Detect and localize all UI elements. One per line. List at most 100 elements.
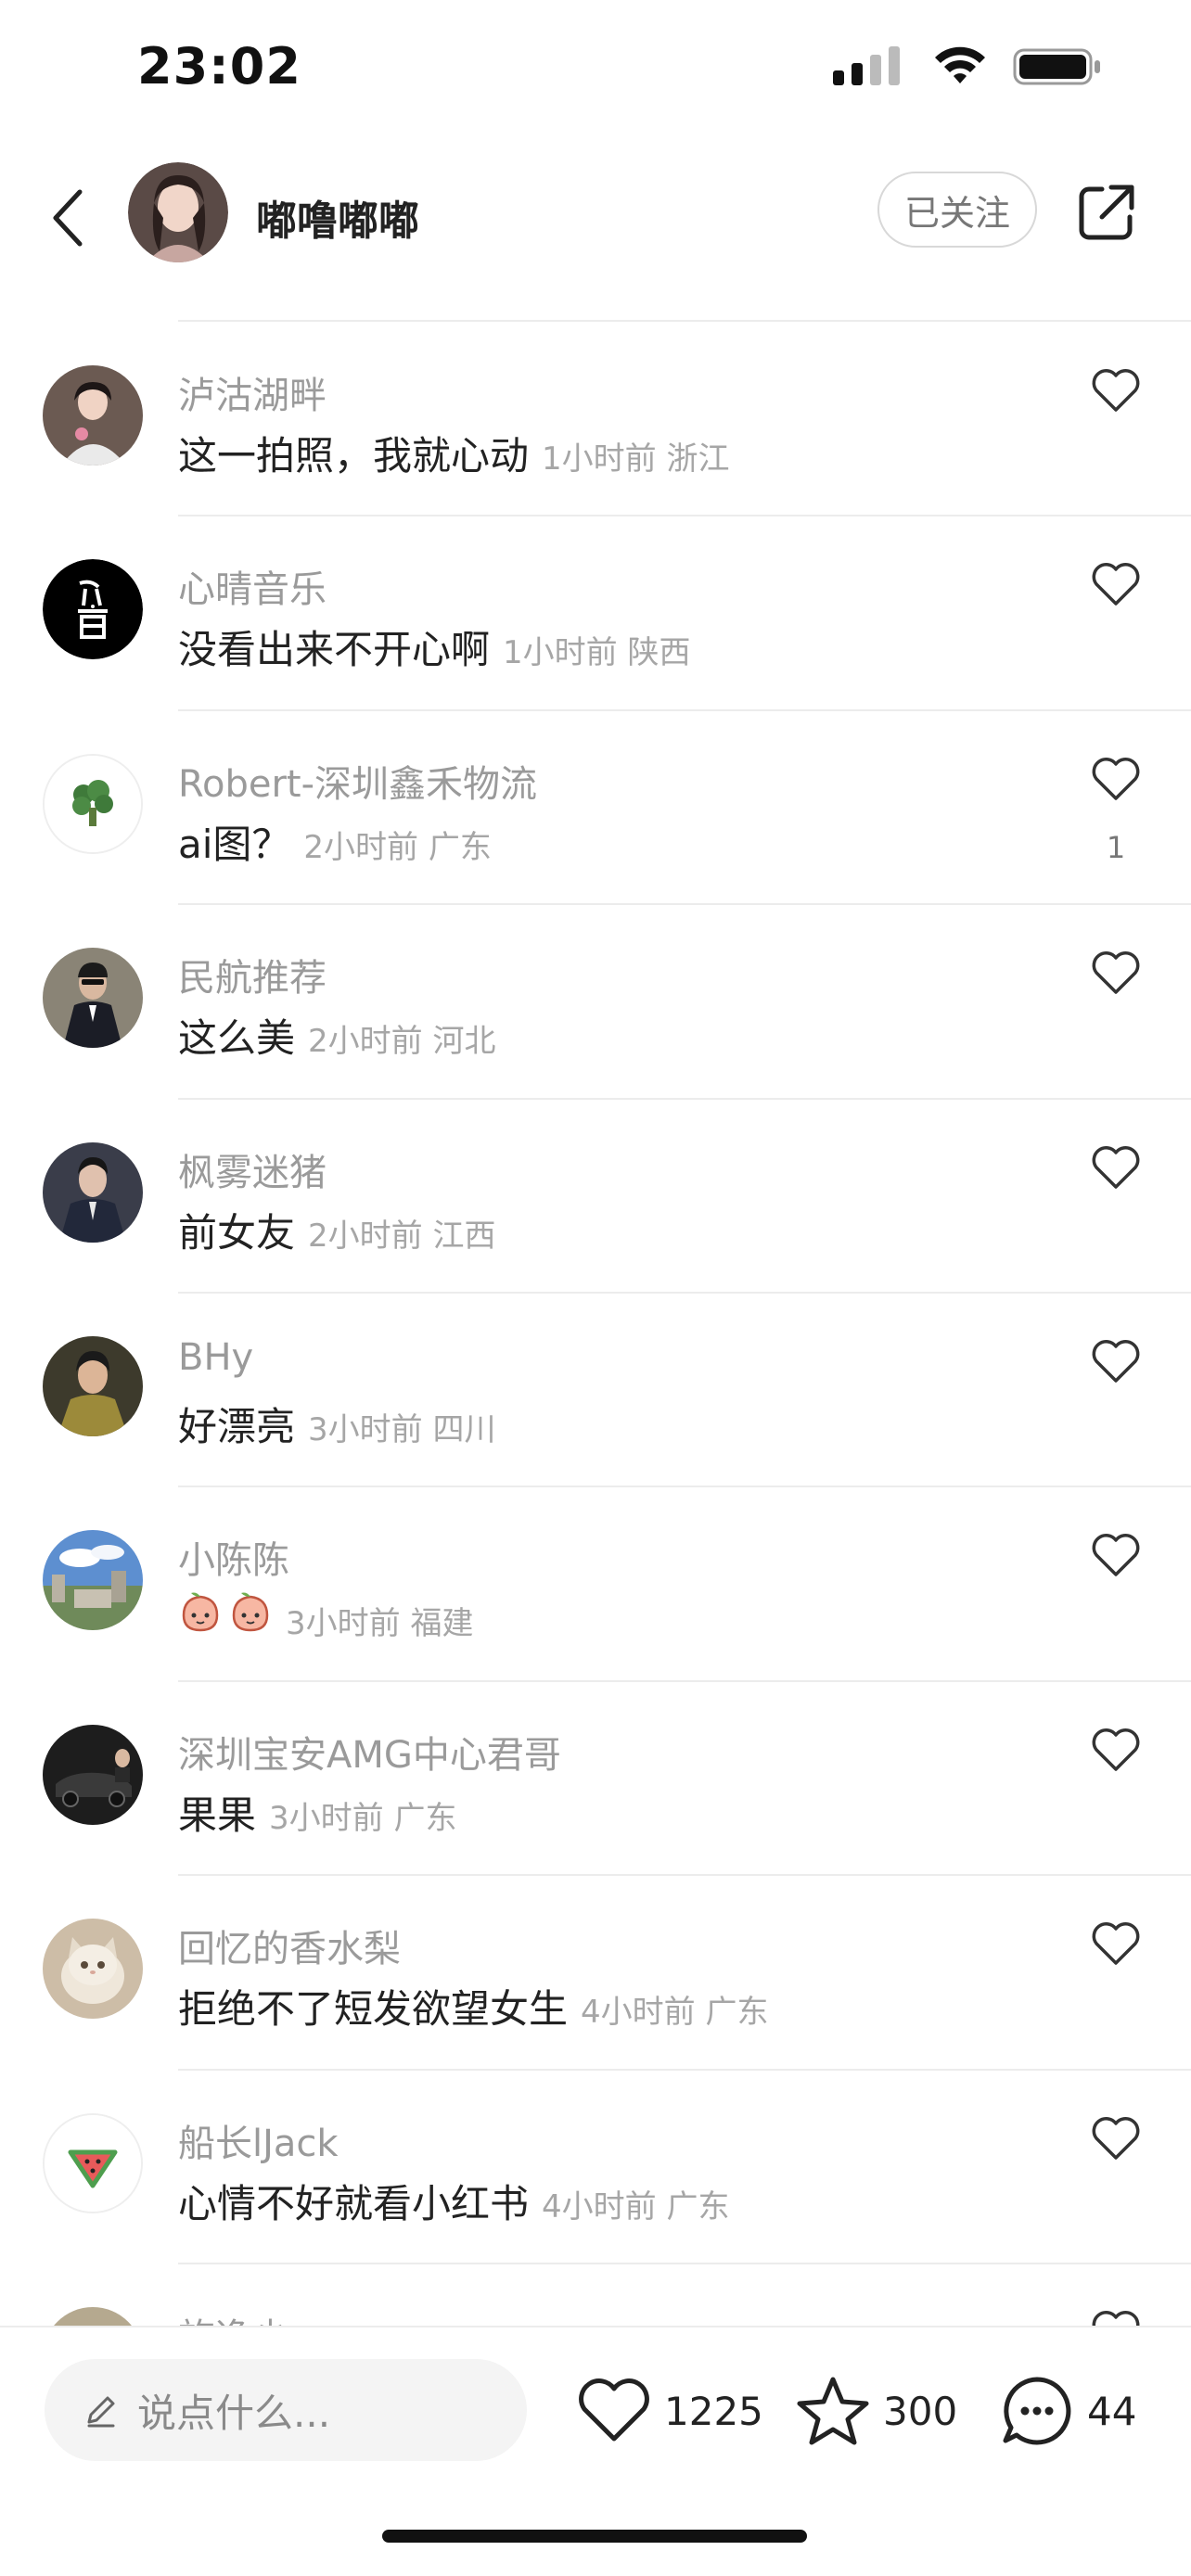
heart-icon[interactable] xyxy=(1091,561,1141,607)
commenter-nickname[interactable]: 深圳宝安AMG中心君哥 xyxy=(178,1725,561,1779)
comment-body: 3小时前 福建 xyxy=(178,1589,473,1643)
comment-body: 没看出来不开心啊 1小时前 陕西 xyxy=(178,618,690,675)
heart-icon xyxy=(579,2378,649,2442)
collect-count: 300 xyxy=(883,2388,958,2434)
commenter-avatar[interactable] xyxy=(43,1530,143,1631)
commenter-avatar[interactable] xyxy=(43,1335,143,1436)
comment-item[interactable]: 深圳宝安AMG中心君哥 果果 3小时前 广东 xyxy=(0,1682,1191,1877)
comment-body: 前女友 2小时前 江西 xyxy=(178,1202,495,1258)
avatar-image xyxy=(43,559,143,660)
author-name[interactable]: 嘟噜嘟嘟 xyxy=(256,187,419,247)
commenter-nickname[interactable]: 泸沽湖畔 xyxy=(178,365,327,419)
comment-item[interactable]: 小陈陈 3小时前 福建 xyxy=(0,1487,1191,1682)
heart-icon[interactable] xyxy=(1091,2309,1141,2326)
avatar-image xyxy=(43,1335,143,1436)
commenter-avatar[interactable] xyxy=(43,2112,143,2213)
status-bar: 23:02 xyxy=(0,0,1191,139)
commenter-avatar[interactable] xyxy=(43,1724,143,1825)
comment-meta: 1小时前 陕西 xyxy=(503,634,691,672)
commenter-nickname[interactable]: 民航推荐 xyxy=(178,948,327,1001)
like-count: 1225 xyxy=(664,2388,763,2434)
follow-button[interactable]: 已关注 xyxy=(877,172,1037,248)
commenter-nickname[interactable]: 旅逸少 xyxy=(178,2307,289,2326)
heart-icon[interactable] xyxy=(1091,950,1141,996)
comment-text: 果果 xyxy=(178,1792,257,1838)
comment-item[interactable]: 泸沽湖畔 这一拍照，我就心动 1小时前 浙江 xyxy=(0,323,1191,517)
comment-text: 前女友 xyxy=(178,1209,296,1256)
commenter-nickname[interactable]: 船长lJack xyxy=(178,2113,339,2167)
commenter-nickname[interactable]: 回忆的香水梨 xyxy=(178,1919,401,1972)
comment-body: 果果 3小时前 广东 xyxy=(178,1784,456,1841)
comment-item[interactable]: 船长lJack 心情不好就看小红书 4小时前 广东 xyxy=(0,2071,1191,2264)
commenter-nickname[interactable]: Robert-深圳鑫禾物流 xyxy=(178,754,537,808)
commenter-avatar[interactable] xyxy=(43,559,143,660)
comment-meta: 2小时前 江西 xyxy=(308,1217,496,1255)
chevron-left-icon xyxy=(53,189,83,247)
home-indicator[interactable] xyxy=(382,2530,807,2543)
comment-item[interactable]: 回忆的香水梨 拒绝不了短发欲望女生 4小时前 广东 xyxy=(0,1876,1191,2071)
peach-emoji-icon xyxy=(182,1592,219,1632)
comment-body: 心情不好就看小红书 4小时前 广东 xyxy=(178,2173,729,2229)
comment-item[interactable]: BHy 好漂亮 3小时前 四川 xyxy=(0,1294,1191,1488)
status-time: 23:02 xyxy=(137,37,301,96)
heart-icon[interactable] xyxy=(1091,2115,1141,2162)
note-header: 嘟噜嘟嘟 已关注 xyxy=(0,148,1191,287)
collect-button[interactable]: 300 xyxy=(796,2374,957,2448)
comment-count: 44 xyxy=(1087,2388,1137,2434)
comment-item[interactable]: Robert-深圳鑫禾物流 ai图？ 2小时前 广东 1 xyxy=(0,711,1191,906)
comment-list[interactable]: 泸沽湖畔 这一拍照，我就心动 1小时前 浙江 心晴音乐 没看出来不开心啊 1小时… xyxy=(0,323,1191,2326)
comment-body: 好漂亮 3小时前 四川 xyxy=(178,1396,495,1452)
avatar-image xyxy=(43,1141,143,1243)
like-button[interactable]: 1225 xyxy=(577,2374,763,2448)
comment-item[interactable]: 民航推荐 这么美 2小时前 河北 xyxy=(0,905,1191,1100)
heart-icon[interactable] xyxy=(1091,367,1141,414)
comment-text: 好漂亮 xyxy=(178,1403,296,1449)
comment-item[interactable]: 心晴音乐 没看出来不开心啊 1小时前 陕西 xyxy=(0,516,1191,711)
commenter-avatar[interactable] xyxy=(43,753,143,854)
heart-icon[interactable] xyxy=(1091,756,1141,802)
comment-text: 这么美 xyxy=(178,1015,296,1062)
heart-icon[interactable] xyxy=(1091,1338,1141,1384)
commenter-avatar[interactable] xyxy=(43,2306,143,2326)
heart-icon[interactable] xyxy=(1091,1144,1141,1191)
comment-body: ai图？ 2小时前 广东 xyxy=(178,813,492,870)
commenter-avatar[interactable] xyxy=(43,365,143,465)
heart-icon[interactable] xyxy=(1091,1532,1141,1578)
avatar-image xyxy=(43,1919,143,2020)
commenter-avatar[interactable] xyxy=(43,948,143,1049)
wifi-icon xyxy=(935,46,985,83)
commenter-nickname[interactable]: BHy xyxy=(178,1336,253,1379)
commenter-avatar[interactable] xyxy=(43,1919,143,2020)
comment-like-count: 1 xyxy=(1106,829,1126,865)
commenter-nickname[interactable]: 心晴音乐 xyxy=(178,559,327,613)
comment-meta: 1小时前 浙江 xyxy=(542,440,730,478)
comment-meta: 4小时前 广东 xyxy=(581,1994,769,2032)
commenter-nickname[interactable]: 小陈陈 xyxy=(178,1530,289,1584)
comment-item[interactable]: 枫雾迷猪 前女友 2小时前 江西 xyxy=(0,1100,1191,1294)
comment-item[interactable]: 旅逸少 xyxy=(0,2264,1191,2326)
share-button[interactable] xyxy=(1076,182,1137,243)
pencil-icon xyxy=(87,2396,115,2428)
avatar-image xyxy=(43,948,143,1049)
comment-button[interactable]: 44 xyxy=(1000,2374,1136,2448)
commenter-avatar[interactable] xyxy=(43,1141,143,1243)
comment-text: 心情不好就看小红书 xyxy=(178,2180,530,2226)
comment-input[interactable]: 说点什么... xyxy=(45,2359,527,2461)
comment-body: 拒绝不了短发欲望女生 4小时前 广东 xyxy=(178,1978,768,2034)
comment-meta: 2小时前 河北 xyxy=(308,1023,496,1061)
avatar-image xyxy=(45,2114,141,2212)
comment-body: 这么美 2小时前 河北 xyxy=(178,1007,495,1064)
heart-icon[interactable] xyxy=(1091,1920,1141,1967)
avatar-image xyxy=(45,755,141,852)
share-icon xyxy=(1079,185,1134,240)
avatar-image xyxy=(43,1724,143,1825)
author-avatar[interactable] xyxy=(128,162,228,262)
cellular-signal-icon xyxy=(833,46,900,85)
heart-icon[interactable] xyxy=(1091,1727,1141,1773)
back-button[interactable] xyxy=(43,185,95,250)
comment-meta: 2小时前 广东 xyxy=(303,828,492,866)
chat-bubble-icon xyxy=(1003,2377,1071,2445)
comment-meta: 3小时前 福建 xyxy=(286,1605,474,1643)
peach-emoji-icon xyxy=(232,1592,269,1632)
commenter-nickname[interactable]: 枫雾迷猪 xyxy=(178,1142,327,1196)
